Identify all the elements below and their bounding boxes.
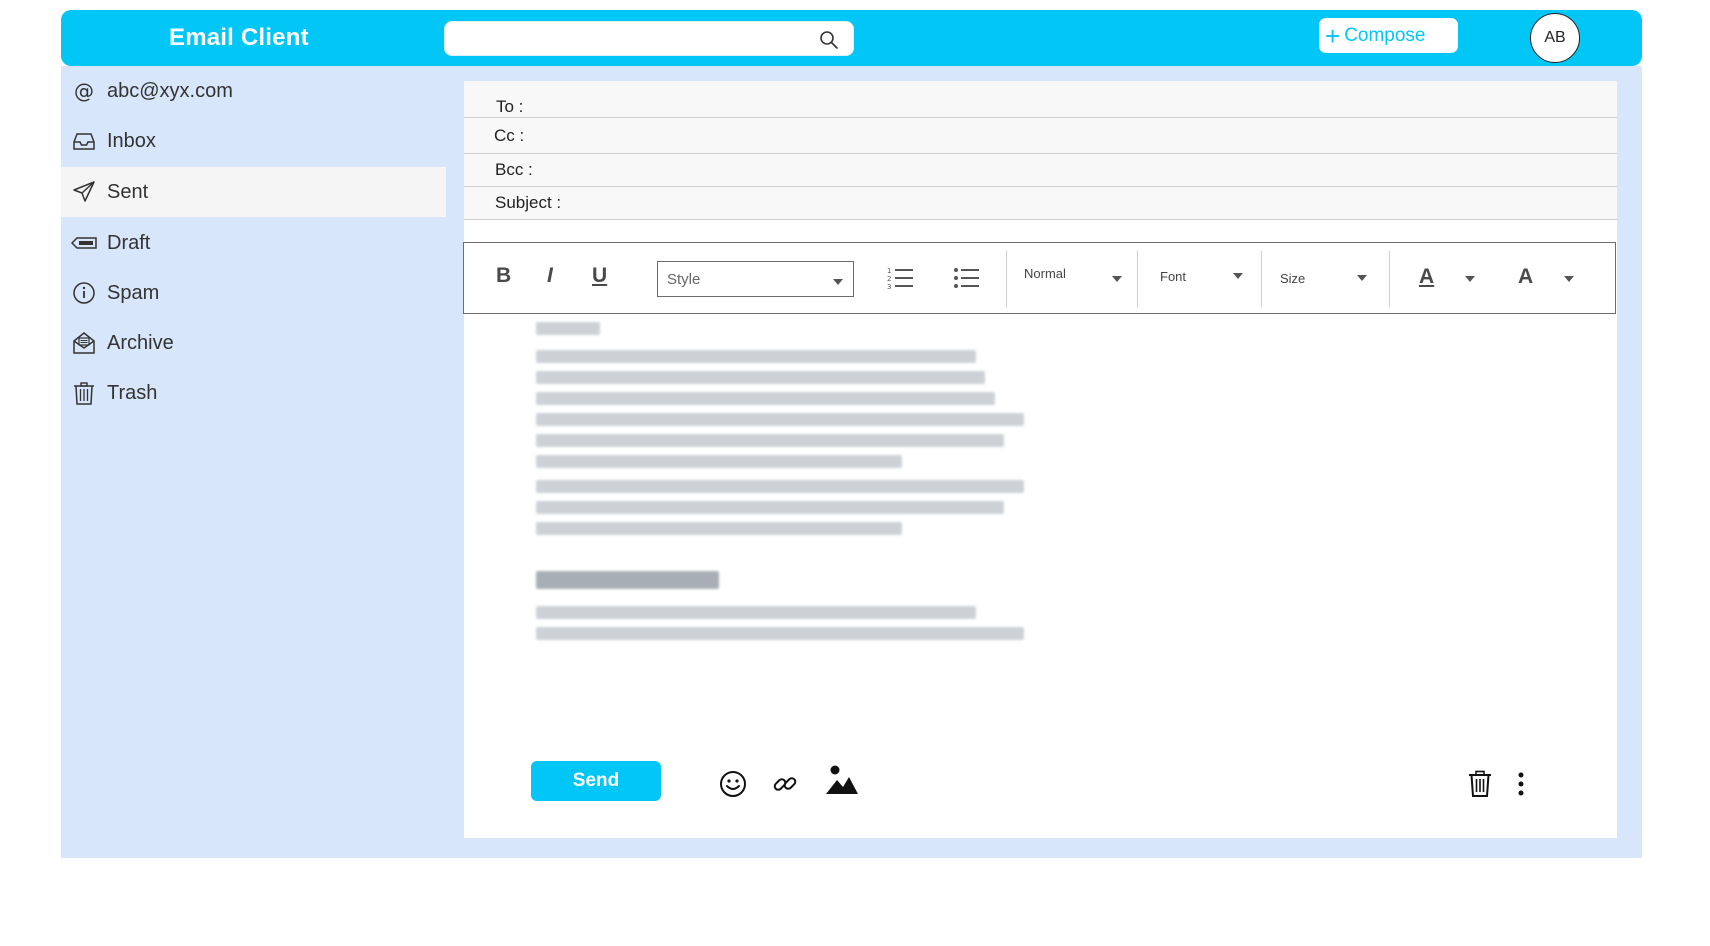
highlight-icon: A: [1518, 265, 1534, 288]
svg-text:3: 3: [887, 283, 891, 290]
style-dropdown-value: Style: [667, 270, 701, 288]
emoji-icon[interactable]: [719, 770, 747, 798]
email-client-app: Email Client + Compose AB @ abc@xyx.com: [61, 10, 1642, 858]
search-bar[interactable]: [444, 21, 854, 56]
subject-input[interactable]: [569, 187, 1617, 219]
blurred-text-line: [536, 322, 600, 335]
avatar[interactable]: AB: [1530, 13, 1580, 63]
search-input[interactable]: [455, 26, 805, 52]
top-header: Email Client + Compose AB: [61, 10, 1642, 66]
send-icon: [71, 179, 97, 205]
bullet-list-icon[interactable]: [953, 266, 981, 290]
to-field[interactable]: To :: [464, 81, 1617, 118]
cc-input[interactable]: [532, 118, 1617, 153]
blurred-text-line: [536, 606, 976, 619]
chevron-down-icon: [833, 279, 843, 285]
compose-button[interactable]: + Compose: [1319, 18, 1458, 53]
chevron-down-icon: [1465, 276, 1475, 282]
svg-text:1: 1: [887, 267, 891, 275]
link-icon[interactable]: [771, 770, 799, 798]
bold-button[interactable]: B: [496, 264, 511, 288]
blurred-text-line: [536, 501, 1004, 514]
font-dropdown-value: Font: [1160, 269, 1187, 284]
blurred-text-line: [536, 434, 1004, 447]
subject-label: Subject :: [495, 193, 562, 212]
sidebar-item-label: Archive: [107, 331, 174, 354]
blurred-text-line: [536, 392, 995, 405]
chevron-down-icon: [1357, 275, 1367, 281]
message-body[interactable]: [464, 315, 1617, 725]
subject-field[interactable]: Subject :: [464, 187, 1617, 220]
formatting-toolbar: B I U Style 1 2 3 Normal Font Size A A: [463, 242, 1616, 314]
send-button[interactable]: Send: [531, 761, 661, 801]
blurred-text-line: [536, 350, 976, 363]
compose-panel: To : Cc : Bcc : Subject : B I U Style 1 …: [463, 81, 1617, 838]
inbox-icon: [71, 128, 97, 154]
blurred-text-line: [536, 571, 719, 589]
draft-icon: [71, 230, 97, 256]
bcc-label: Bcc :: [495, 160, 533, 179]
text-color-dropdown[interactable]: A: [1419, 265, 1489, 289]
svg-text:2: 2: [887, 275, 891, 283]
sidebar-item-label: Draft: [107, 231, 151, 254]
text-color-icon: A: [1419, 265, 1435, 288]
bcc-field[interactable]: Bcc :: [464, 154, 1617, 187]
main-panel: @ abc@xyx.com Inbox Sent Draft Spam Arch…: [61, 66, 1642, 858]
blurred-text-line: [536, 413, 1024, 426]
toolbar-divider: [1137, 251, 1138, 307]
to-label: To :: [496, 97, 524, 116]
sidebar-item-label: Trash: [107, 381, 158, 404]
sidebar: @ abc@xyx.com Inbox Sent Draft Spam Arch…: [61, 66, 446, 858]
blurred-text-line: [536, 455, 902, 468]
sidebar-item-spam[interactable]: Spam: [61, 268, 446, 318]
sidebar-item-sent[interactable]: Sent: [61, 167, 446, 217]
svg-text:@: @: [74, 79, 94, 103]
cc-field[interactable]: Cc :: [464, 118, 1617, 154]
sidebar-item-trash[interactable]: Trash: [61, 368, 446, 418]
numbered-list-icon[interactable]: 1 2 3: [887, 266, 915, 290]
sidebar-item-label: abc@xyx.com: [107, 79, 233, 102]
sidebar-item-draft[interactable]: Draft: [61, 218, 446, 268]
search-icon[interactable]: [819, 30, 839, 50]
sidebar-item-inbox[interactable]: Inbox: [61, 116, 446, 166]
italic-button[interactable]: I: [547, 264, 553, 288]
archive-icon: [71, 330, 97, 356]
blurred-text-line: [536, 371, 985, 384]
bcc-input[interactable]: [540, 154, 1617, 186]
size-dropdown-value: Size: [1280, 271, 1306, 286]
toolbar-divider: [1389, 251, 1390, 307]
cc-label: Cc :: [494, 125, 525, 145]
paragraph-format-dropdown[interactable]: Normal: [1024, 266, 1124, 282]
sidebar-item-label: Spam: [107, 281, 160, 304]
sidebar-item-account[interactable]: @ abc@xyx.com: [61, 66, 446, 116]
image-icon[interactable]: [825, 763, 859, 795]
size-dropdown[interactable]: Size: [1280, 271, 1380, 286]
chevron-down-icon: [1564, 276, 1574, 282]
underline-button[interactable]: U: [592, 264, 607, 288]
toolbar-divider: [1006, 251, 1007, 307]
plus-icon: +: [1325, 20, 1341, 51]
sidebar-item-label: Sent: [107, 180, 149, 203]
blurred-text-line: [536, 522, 902, 535]
info-icon: [71, 280, 97, 306]
font-dropdown[interactable]: Font: [1160, 269, 1260, 284]
sidebar-item-archive[interactable]: Archive: [61, 318, 446, 368]
paragraph-format-value: Normal: [1024, 266, 1066, 281]
trash-icon: [71, 380, 97, 406]
app-title: Email Client: [169, 24, 309, 51]
style-dropdown[interactable]: Style: [657, 261, 854, 297]
chevron-down-icon: [1233, 273, 1243, 279]
highlight-dropdown[interactable]: A: [1518, 265, 1588, 289]
at-icon: @: [71, 78, 97, 104]
compose-label: Compose: [1344, 24, 1426, 46]
blurred-text-line: [536, 627, 1024, 640]
chevron-down-icon: [1112, 276, 1122, 282]
blurred-text-line: [536, 480, 1024, 493]
sidebar-item-label: Inbox: [107, 129, 156, 152]
to-input[interactable]: [531, 97, 1617, 117]
toolbar-divider: [1261, 251, 1262, 307]
more-options-icon[interactable]: [1515, 770, 1527, 798]
delete-draft-icon[interactable]: [1467, 770, 1493, 798]
